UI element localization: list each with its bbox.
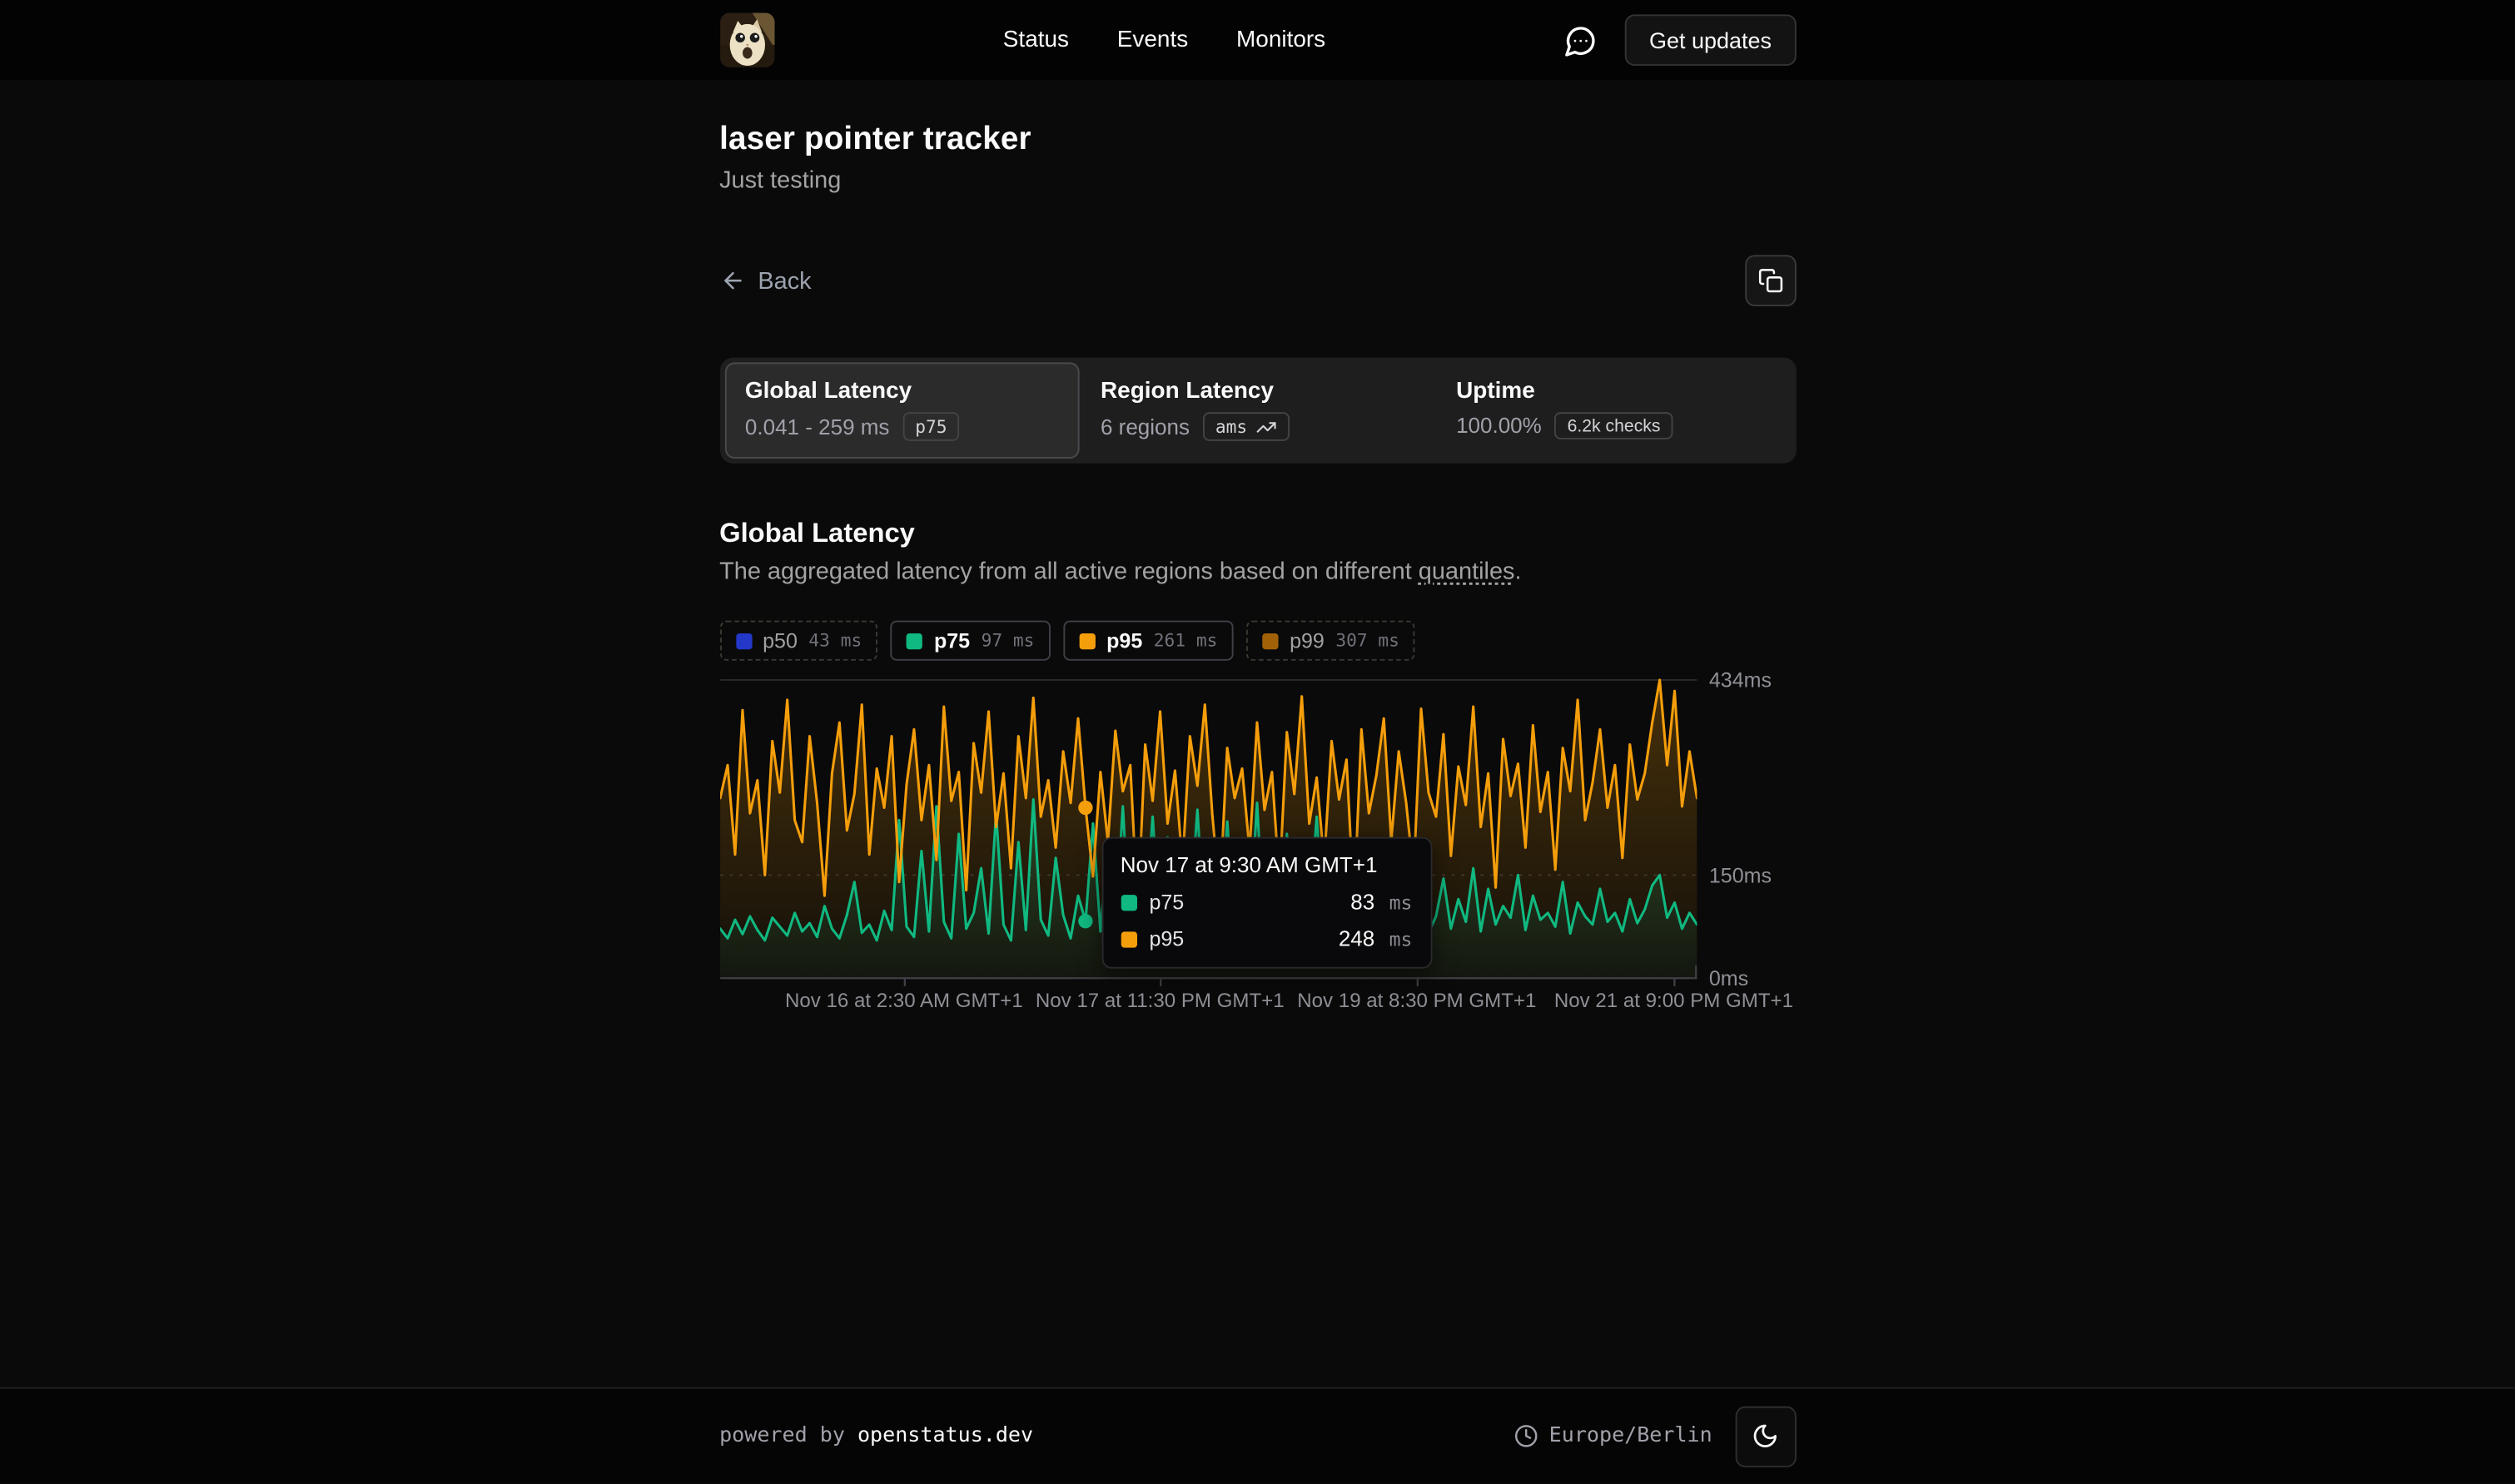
quantile-badge: p75 [902, 412, 960, 441]
nav-link-status[interactable]: Status [1003, 27, 1069, 53]
tab-uptime[interactable]: Uptime 100.00% 6.2k checks [1435, 362, 1791, 459]
back-link[interactable]: Back [719, 267, 812, 295]
p99-swatch [1262, 633, 1278, 648]
arrow-left-icon [719, 268, 745, 294]
tab-title: Global Latency [745, 379, 1059, 405]
tab-region-latency[interactable]: Region Latency 6 regions ams [1080, 362, 1435, 459]
trending-up-icon [1255, 416, 1276, 437]
copy-icon [1757, 268, 1783, 294]
main-content: laser pointer tracker Just testing Back [0, 80, 2515, 1387]
message-bubble-icon [1563, 23, 1597, 57]
copy-button[interactable] [1744, 255, 1796, 306]
quantiles-link[interactable]: quantiles [1419, 558, 1515, 585]
y-tick-label: 0ms [1709, 966, 1748, 990]
tooltip-row-p75: p75 83 ms [1121, 890, 1413, 914]
tab-value: 0.041 - 259 ms [745, 414, 890, 439]
page-title: laser pointer tracker [719, 122, 1796, 158]
latency-chart[interactable]: 434ms150ms0ms Nov 16 at 2:30 AM GMT+1Nov… [719, 673, 1796, 1018]
section-title: Global Latency [719, 518, 1796, 550]
timezone: Europe/Berlin [1513, 1425, 1712, 1449]
p75-swatch [1121, 894, 1136, 910]
nav-links: Status Events Monitors [1003, 27, 1325, 53]
get-updates-button[interactable]: Get updates [1625, 14, 1796, 66]
tab-title: Uptime [1456, 379, 1770, 405]
p95-swatch [1079, 633, 1095, 648]
section-description: The aggregated latency from all active r… [719, 558, 1796, 585]
tab-title: Region Latency [1101, 379, 1414, 405]
tab-value: 100.00% [1456, 414, 1542, 438]
p50-swatch [735, 633, 751, 648]
legend-chip-p50[interactable]: p50 43 ms [719, 621, 877, 661]
tooltip-row-p95: p95 248 ms [1121, 927, 1413, 951]
legend-chip-p75[interactable]: p75 97 ms [891, 621, 1051, 661]
p95-swatch [1121, 931, 1136, 946]
status-page: Status Events Monitors Get updates la [0, 0, 2515, 1484]
legend-chip-p99[interactable]: p99 307 ms [1246, 621, 1415, 661]
chart-tooltip: Nov 17 at 9:30 AM GMT+1 p75 83 ms p95 24… [1101, 837, 1432, 969]
tab-global-latency[interactable]: Global Latency 0.041 - 259 ms p75 [724, 362, 1080, 459]
page-subtitle: Just testing [719, 166, 1796, 194]
moon-icon [1752, 1423, 1779, 1451]
x-tick-label: Nov 16 at 2:30 AM GMT+1 [785, 990, 1023, 1012]
y-tick-label: 434ms [1709, 668, 1772, 692]
x-tick-label: Nov 17 at 11:30 PM GMT+1 [1036, 990, 1285, 1012]
legend-chip-p95[interactable]: p95 261 ms [1063, 621, 1234, 661]
nav-link-monitors[interactable]: Monitors [1236, 27, 1325, 53]
cat-logo-image [719, 12, 774, 67]
metric-tabbar: Global Latency 0.041 - 259 ms p75 Region… [719, 358, 1796, 464]
x-tick-label: Nov 19 at 8:30 PM GMT+1 [1297, 990, 1536, 1012]
footer: powered by openstatus.dev Europe/Berlin [0, 1387, 2515, 1484]
openstatus-link[interactable]: openstatus.dev [857, 1425, 1033, 1449]
theme-toggle-button[interactable] [1735, 1406, 1796, 1467]
chart-legend: p50 43 ms p75 97 ms p95 261 ms p99 307 m… [719, 621, 1796, 661]
checks-badge: 6.2k checks [1554, 412, 1673, 439]
p75-swatch [907, 633, 922, 648]
nav-link-events[interactable]: Events [1117, 27, 1188, 53]
top-nav: Status Events Monitors Get updates [0, 0, 2515, 80]
tab-value: 6 regions [1101, 414, 1190, 439]
logo[interactable] [719, 12, 774, 67]
powered-by: powered by openstatus.dev [719, 1425, 1033, 1449]
clock-icon [1513, 1425, 1538, 1449]
y-tick-label: 150ms [1709, 863, 1772, 887]
x-tick-label: Nov 21 at 9:00 PM GMT+1 [1554, 990, 1793, 1012]
feedback-button[interactable] [1554, 14, 1606, 66]
tooltip-title: Nov 17 at 9:30 AM GMT+1 [1121, 853, 1413, 877]
region-badge: ams [1202, 412, 1289, 441]
